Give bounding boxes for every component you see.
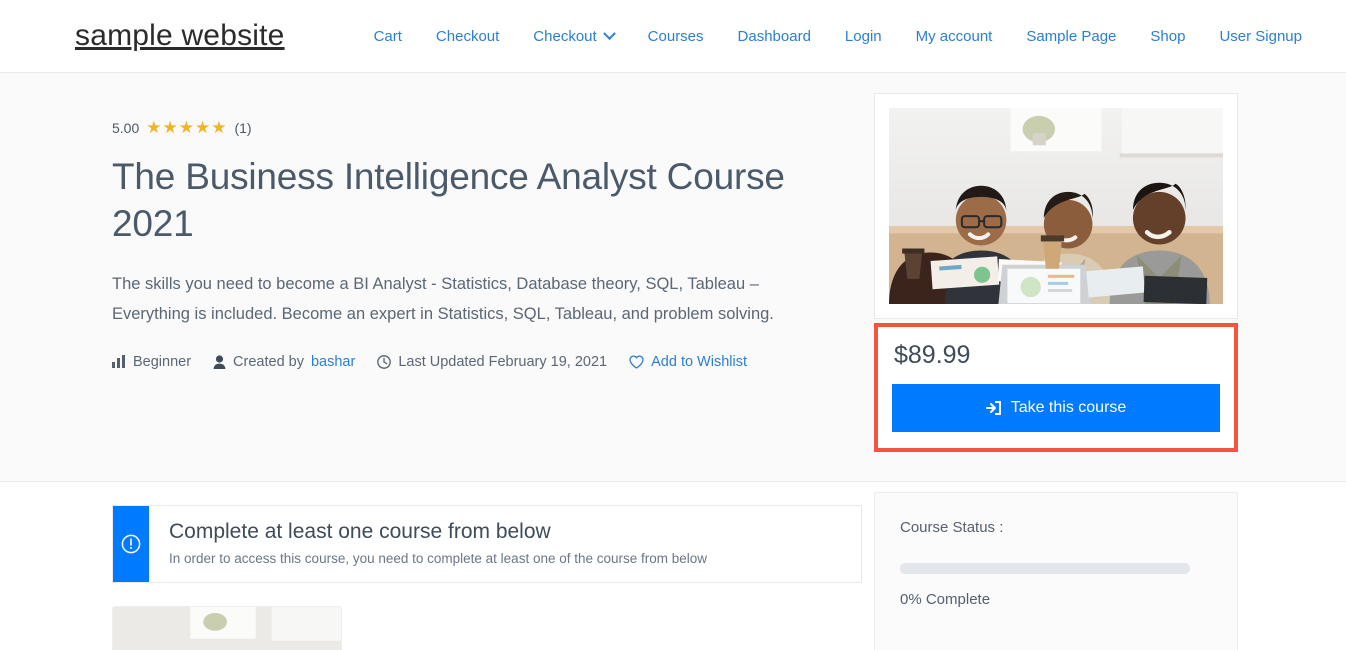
author-prefix: Created by bbox=[233, 353, 304, 370]
nav-item-label: My account bbox=[915, 27, 993, 45]
nav-item-label: Dashboard bbox=[737, 27, 811, 45]
lower-container: Complete at least one course from below … bbox=[83, 482, 1263, 650]
rating-count: (1) bbox=[234, 119, 252, 136]
user-icon bbox=[213, 355, 226, 369]
course-level: Beginner bbox=[112, 354, 191, 370]
hero-left-column: 5.00 ★★★★★ (1) The Business Intelligence… bbox=[112, 119, 852, 370]
nav-item-user-signup[interactable]: User Signup bbox=[1202, 22, 1319, 51]
nav-item-label: Checkout bbox=[435, 27, 500, 45]
sign-in-door-icon bbox=[985, 400, 1002, 416]
rating-value: 5.00 bbox=[112, 119, 140, 136]
alert-title: Complete at least one course from below bbox=[169, 520, 551, 543]
course-progress-text: 0% Complete bbox=[900, 591, 991, 608]
site-brand[interactable]: sample website bbox=[75, 19, 285, 53]
course-thumbnail-card bbox=[874, 93, 1238, 319]
nav-item-sample-page[interactable]: Sample Page bbox=[1009, 22, 1133, 51]
prerequisite-alert: Complete at least one course from below … bbox=[112, 505, 862, 584]
course-author: Created by bashar bbox=[213, 354, 355, 370]
nav-item-label: Courses bbox=[647, 27, 704, 45]
nav-item-courses[interactable]: Courses bbox=[631, 22, 721, 51]
course-rating: 5.00 ★★★★★ (1) bbox=[112, 119, 852, 136]
nav-item-label: Cart bbox=[373, 27, 402, 45]
alert-subtitle: In order to access this course, you need… bbox=[169, 551, 708, 567]
nav-item-label: User Signup bbox=[1219, 27, 1302, 45]
nav-item-my-account[interactable]: My account bbox=[899, 22, 1010, 51]
last-updated-label: Last Updated February 19, 2021 bbox=[398, 353, 608, 370]
nav-item-label: Login bbox=[844, 27, 882, 45]
hero-container: 5.00 ★★★★★ (1) The Business Intelligence… bbox=[83, 73, 1263, 481]
nav-item-label: Checkout bbox=[533, 27, 597, 45]
clock-icon bbox=[377, 354, 392, 369]
course-price: $89.99 bbox=[894, 341, 971, 369]
course-level-label: Beginner bbox=[133, 353, 192, 370]
nav-item-checkout-dropdown[interactable]: Checkout bbox=[516, 22, 630, 51]
site-header: sample website Cart Checkout Checkout Co… bbox=[0, 0, 1346, 73]
alert-body: Complete at least one course from below … bbox=[149, 506, 725, 582]
course-description: The skills you need to become a BI Analy… bbox=[112, 274, 774, 324]
nav-item-label: Shop bbox=[1150, 27, 1186, 45]
author-link[interactable]: bashar bbox=[311, 354, 355, 370]
course-status-card: Course Status : 0% Complete bbox=[874, 492, 1238, 650]
add-to-wishlist-button[interactable]: Add to Wishlist bbox=[629, 354, 747, 370]
nav-item-shop[interactable]: Shop bbox=[1133, 22, 1202, 51]
star-rating-icon: ★★★★★ bbox=[146, 118, 228, 137]
course-content-section: Complete at least one course from below … bbox=[0, 482, 1346, 650]
hero-right-column: $89.99 Take this course bbox=[874, 93, 1238, 452]
alert-accent-bar bbox=[113, 506, 149, 583]
heart-icon bbox=[629, 355, 644, 369]
take-this-course-button[interactable]: Take this course bbox=[892, 384, 1220, 432]
exclamation-circle-icon bbox=[121, 534, 141, 554]
course-meta-row: Beginner Created by bashar Last Updated … bbox=[112, 354, 852, 370]
price-card: $89.99 Take this course bbox=[874, 323, 1238, 452]
chevron-down-icon bbox=[602, 26, 616, 40]
take-this-course-label: Take this course bbox=[1010, 399, 1127, 416]
add-to-wishlist-label: Add to Wishlist bbox=[651, 353, 748, 370]
main-navigation: Cart Checkout Checkout Courses Dashboard… bbox=[357, 22, 1319, 51]
course-last-updated: Last Updated February 19, 2021 bbox=[377, 354, 607, 370]
bar-chart-icon bbox=[112, 355, 126, 369]
course-cover-image bbox=[889, 108, 1223, 304]
course-status-label: Course Status : bbox=[900, 519, 1004, 536]
lesson-cover-image[interactable] bbox=[112, 606, 342, 650]
page-title: The Business Intelligence Analyst Course… bbox=[112, 156, 785, 245]
nav-item-dashboard[interactable]: Dashboard bbox=[721, 22, 828, 51]
nav-item-login[interactable]: Login bbox=[828, 22, 899, 51]
nav-item-checkout[interactable]: Checkout bbox=[419, 22, 516, 51]
nav-item-cart[interactable]: Cart bbox=[357, 22, 419, 51]
nav-item-label: Sample Page bbox=[1026, 27, 1117, 45]
course-hero-section: 5.00 ★★★★★ (1) The Business Intelligence… bbox=[0, 73, 1346, 482]
course-progress-bar bbox=[900, 563, 1190, 574]
